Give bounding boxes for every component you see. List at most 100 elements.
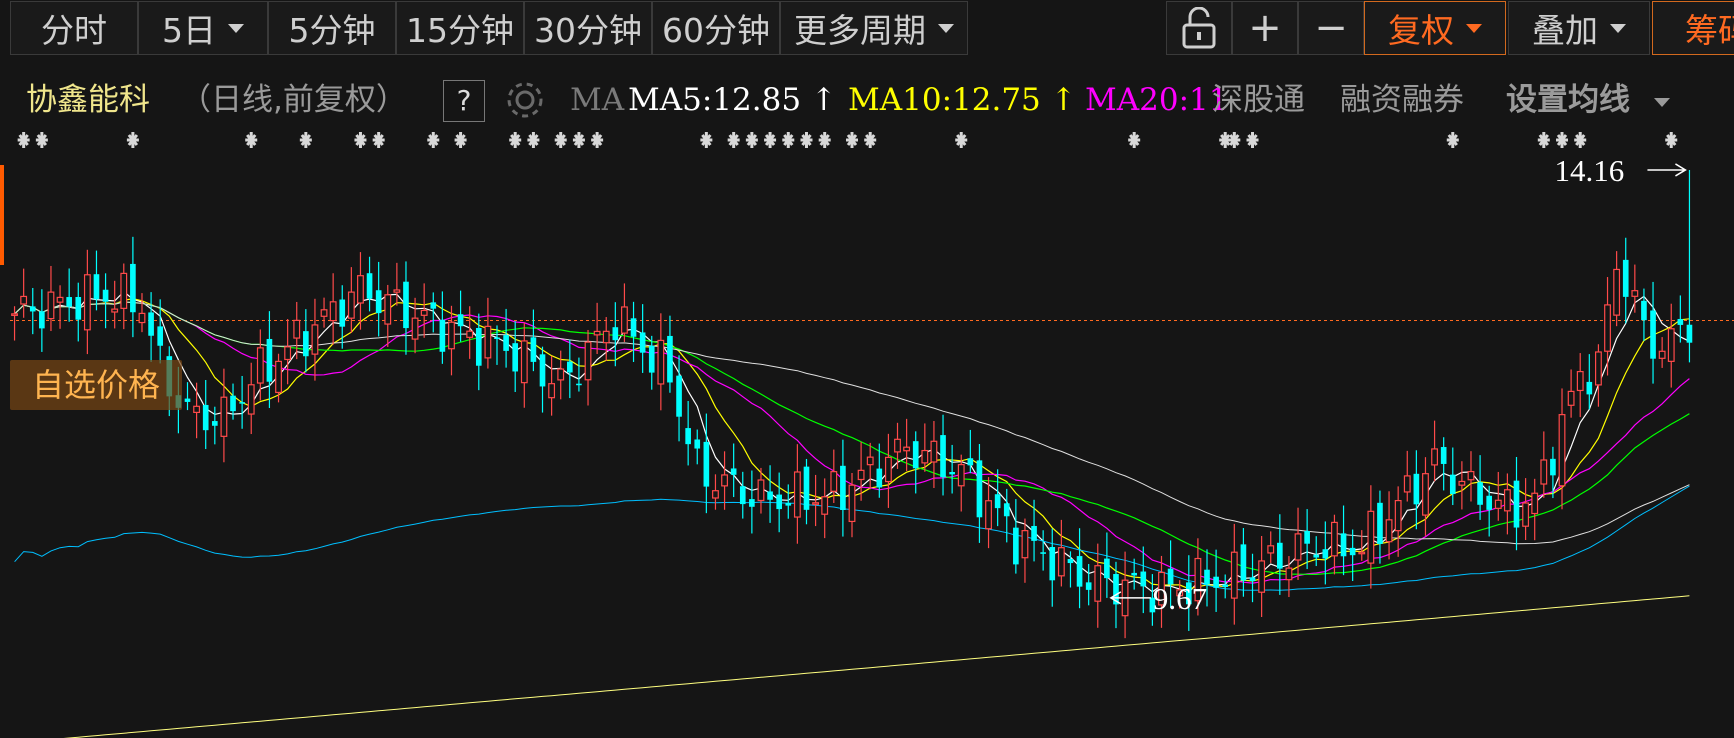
candle-body	[56, 296, 64, 303]
candle-body	[357, 275, 364, 304]
candle-body	[1531, 492, 1539, 515]
candle-body	[593, 330, 601, 336]
candle-body	[776, 494, 783, 510]
candle-body	[1522, 502, 1530, 527]
candle-body	[1322, 549, 1329, 559]
margin-trading-link[interactable]: 融资融券	[1340, 72, 1464, 128]
candle-body	[703, 441, 710, 487]
candle-body	[1285, 567, 1293, 581]
more-periods-button[interactable]: 更多周期	[780, 1, 968, 55]
event-marker-icon	[1665, 132, 1678, 148]
event-marker-icon	[554, 132, 567, 148]
candle-body	[1431, 448, 1438, 466]
help-button[interactable]: ?	[443, 80, 485, 122]
candle-body	[1631, 290, 1639, 297]
candle-body	[303, 331, 309, 357]
candle-body	[75, 297, 82, 320]
candle-body	[757, 479, 765, 502]
minus-icon: −	[1314, 5, 1348, 51]
period-label: 30分钟	[534, 11, 642, 50]
self-select-price-tag[interactable]: 自选价格	[10, 360, 182, 410]
low-price-label: 9.67	[1153, 581, 1207, 616]
chip-button[interactable]: 筹码	[1652, 1, 1734, 55]
candle-body	[512, 343, 519, 372]
candle-body	[530, 337, 537, 362]
set-ma-button[interactable]: 设置均线	[1506, 72, 1630, 128]
stock-name[interactable]: 协鑫能科	[26, 72, 150, 128]
candle-body	[1477, 482, 1483, 505]
fuquan-label: 复权	[1388, 11, 1454, 50]
candle-body	[1586, 381, 1593, 395]
candle-body	[275, 360, 282, 394]
candle-body	[157, 326, 164, 346]
event-marker-icon	[955, 132, 968, 148]
candle-body	[930, 440, 938, 463]
period-info: （日线,前复权）	[180, 82, 407, 118]
candle-body	[730, 468, 737, 475]
candle-body	[557, 368, 565, 381]
period-button-15min[interactable]: 15分钟	[396, 1, 524, 55]
period-button-5day[interactable]: 5日	[138, 1, 268, 55]
candle-body	[111, 308, 119, 313]
event-marker-icon	[800, 132, 813, 148]
kline-chart[interactable]: 14.16 9.67	[0, 128, 1734, 738]
period-label: 5分钟	[288, 11, 376, 50]
candle-body	[1613, 268, 1621, 316]
chevron-down-icon	[1466, 23, 1482, 33]
lock-button[interactable]	[1166, 1, 1232, 55]
period-button-30min[interactable]: 30分钟	[524, 1, 652, 55]
event-marker-icon	[1574, 132, 1587, 148]
ma250-line	[63, 595, 1690, 738]
candle-body	[1641, 300, 1647, 321]
overlay-button[interactable]: 叠加	[1508, 1, 1650, 55]
candle-body	[1385, 519, 1393, 543]
event-marker-icon	[1228, 132, 1241, 148]
zoom-in-button[interactable]: +	[1232, 1, 1298, 55]
candle-body	[1267, 545, 1275, 554]
period-button-fenshi[interactable]: 分时	[10, 1, 138, 55]
candle-body	[1313, 554, 1320, 558]
candle-body	[1458, 480, 1466, 486]
candle-body	[1540, 459, 1548, 485]
candle-body	[230, 395, 236, 412]
candle-body	[812, 502, 820, 505]
candle-body	[1304, 531, 1310, 544]
event-marker-icon	[764, 132, 777, 148]
candle-body	[20, 295, 28, 305]
event-marker-icon	[1128, 132, 1141, 148]
candle-body	[1604, 304, 1611, 352]
event-marker-icon	[1556, 132, 1569, 148]
candle-body	[1349, 547, 1356, 556]
candle-body	[967, 458, 974, 466]
candle-body	[694, 439, 701, 449]
candle-body	[466, 330, 474, 338]
candle-body	[1403, 475, 1411, 493]
candle-body	[1085, 582, 1092, 590]
event-marker-icon	[727, 132, 740, 148]
candle-body	[202, 404, 209, 431]
candle-body	[311, 324, 319, 355]
candle-body	[1622, 259, 1629, 297]
candle-body	[339, 299, 346, 327]
candle-body	[612, 327, 619, 341]
candle-body	[685, 428, 691, 445]
zoom-out-button[interactable]: −	[1298, 1, 1364, 55]
candle-body	[548, 383, 556, 399]
ma-indicator-label[interactable]: MA	[570, 72, 624, 128]
candle-body	[912, 441, 919, 469]
period-button-5min[interactable]: 5分钟	[268, 1, 396, 55]
candle-body	[1076, 556, 1083, 587]
fuquan-button[interactable]: 复权	[1364, 1, 1506, 55]
candle-body	[475, 327, 482, 366]
candle-body	[484, 325, 492, 359]
shengutong-link[interactable]: 深股通	[1212, 72, 1305, 128]
candle-body	[503, 335, 509, 351]
candle-body	[403, 281, 409, 329]
event-marker-icon	[1246, 132, 1259, 148]
candle-body	[821, 496, 829, 515]
candle-body	[284, 346, 292, 361]
candle-body	[29, 306, 36, 312]
candle-body	[785, 502, 792, 506]
period-button-60min[interactable]: 60分钟	[652, 1, 780, 55]
candle-body	[903, 446, 911, 452]
